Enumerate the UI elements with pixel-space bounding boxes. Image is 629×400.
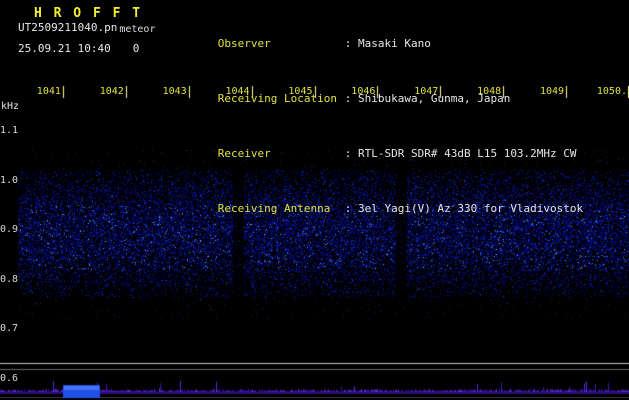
x-tick-label: 1046 (351, 86, 376, 97)
info-row-observer: Observer : Masaki Kano (178, 27, 583, 60)
info-row-receiver: Receiver : RTL-SDR SDR# 43dB L15 103.2MHz… (178, 137, 583, 170)
y-tick-label: 0.6 (0, 373, 19, 384)
datetime-line: 25.09.21 10:40 0 (18, 42, 139, 55)
hrofft-window: H R O F F T UT2509211040.pn meteor 25.09.… (0, 0, 629, 400)
y-tick-label: 1.0 (0, 174, 19, 186)
station-info-block: Observer: Masaki Kano Receiving Location… (178, 5, 583, 247)
info-label: Receiving Antenna (217, 202, 331, 215)
info-value: : Masaki Kano (344, 37, 431, 50)
y-tick-label: 0.8 (0, 273, 19, 285)
x-tick-label: 1045 (288, 86, 313, 97)
count-value: 0 (132, 42, 140, 55)
station-label: meteor (119, 24, 156, 35)
file-name-line: UT2509211040.pn meteor (18, 21, 156, 35)
x-tick-label: 1042 (99, 86, 124, 97)
x-tick-label: 1043 (162, 86, 187, 97)
x-tick-label: 1049 (540, 86, 565, 97)
x-tick-label: 1044 (225, 86, 250, 97)
y-axis-unit-label: kHz (1, 101, 20, 112)
info-label: Receiver (217, 147, 271, 160)
info-row-antenna: Receiving Antenna : 3el Yagi(V) Az 330 fo… (178, 192, 583, 225)
x-tick-label: 1048 (477, 86, 502, 97)
y-tick-label: 0.9 (0, 224, 19, 236)
info-label: Observer (217, 37, 271, 50)
date-time: 25.09.21 10:40 (18, 42, 111, 55)
y-tick-label: 0.7 (0, 323, 19, 335)
app-title: H R O F F T (34, 6, 143, 21)
file-name: UT2509211040.pn (18, 21, 118, 34)
info-value: : 3el Yagi(V) Az 330 for Vladivostok (344, 202, 584, 215)
info-value: : RTL-SDR SDR# 43dB L15 103.2MHz CW (344, 147, 577, 160)
x-tick-label: 1050. (596, 86, 627, 97)
x-tick-label: 1041 (36, 86, 61, 97)
y-tick-label: 1.1 (0, 125, 19, 136)
x-tick-label: 1047 (414, 86, 439, 97)
